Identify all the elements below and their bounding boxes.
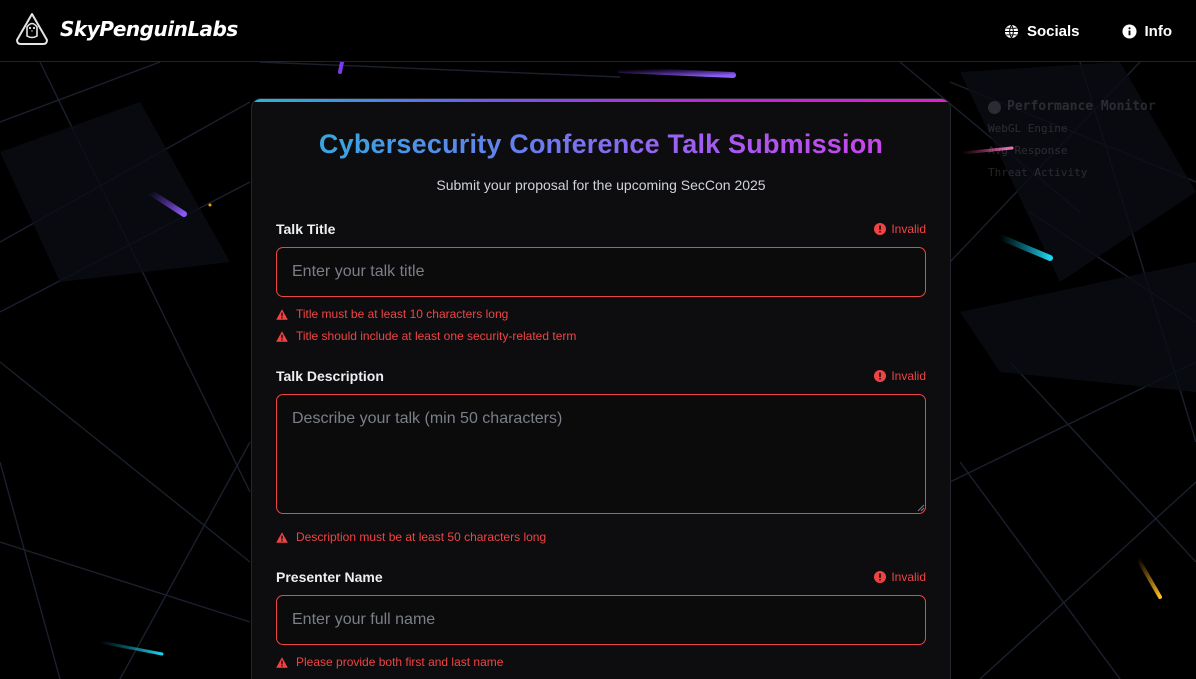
nav-socials-link[interactable]: Socials	[1004, 23, 1080, 40]
warning-triangle-icon	[276, 656, 288, 668]
monitor-icon	[988, 100, 1001, 114]
performance-monitor-title: Performance Monitor	[988, 96, 1188, 118]
alert-circle-icon	[874, 571, 887, 583]
talk-title-input[interactable]	[276, 247, 926, 297]
presenter-name-input[interactable]	[276, 595, 926, 645]
nav-info-link[interactable]: Info	[1121, 22, 1173, 40]
talk-title-error: Title must be at least 10 characters lon…	[276, 307, 508, 321]
form-subtitle: Submit your proposal for the upcoming Se…	[436, 177, 766, 193]
presenter-name-error: Please provide both first and last name	[276, 655, 503, 669]
perf-line: WebGL Engine	[988, 122, 1068, 135]
nav-socials-label: Socials	[1026, 22, 1080, 40]
warning-triangle-icon	[276, 531, 288, 543]
nav-links: Socials Info	[1004, 0, 1172, 62]
alert-circle-icon	[874, 223, 887, 235]
card-accent-bar	[252, 99, 950, 102]
warning-triangle-icon	[276, 308, 288, 320]
perf-line: Avg Response	[988, 144, 1068, 157]
talk-description-label: Talk Description	[276, 368, 384, 384]
form-title: Cybersecurity Conference Talk Submission	[252, 129, 950, 160]
brand[interactable]: SkyPenguinLabs	[14, 11, 238, 47]
perf-line: Threat Activity	[988, 166, 1088, 179]
presenter-name-status-badge: Invalid	[874, 570, 926, 584]
talk-description-error: Description must be at least 50 characte…	[276, 530, 546, 544]
talk-description-status-badge: Invalid	[874, 369, 926, 383]
presenter-name-label: Presenter Name	[276, 569, 383, 585]
penguin-logo-icon	[16, 13, 48, 45]
info-icon	[1121, 23, 1137, 39]
talk-title-status-badge: Invalid	[874, 222, 926, 236]
brand-name: SkyPenguinLabs	[60, 17, 238, 41]
talk-title-error: Title should include at least one securi…	[276, 329, 576, 343]
warning-triangle-icon	[276, 330, 288, 342]
globe-icon	[1004, 24, 1019, 38]
talk-description-textarea[interactable]	[276, 394, 926, 514]
talk-submission-card: Cybersecurity Conference Talk Submission…	[251, 98, 951, 679]
alert-circle-icon	[874, 370, 887, 382]
nav-info-label: Info	[1144, 22, 1173, 40]
performance-monitor: Performance Monitor WebGL Engine Avg Res…	[988, 96, 1188, 184]
talk-title-label: Talk Title	[276, 221, 336, 237]
top-navbar: SkyPenguinLabs Socials Info	[0, 0, 1196, 62]
resize-handle-icon[interactable]	[917, 504, 925, 512]
